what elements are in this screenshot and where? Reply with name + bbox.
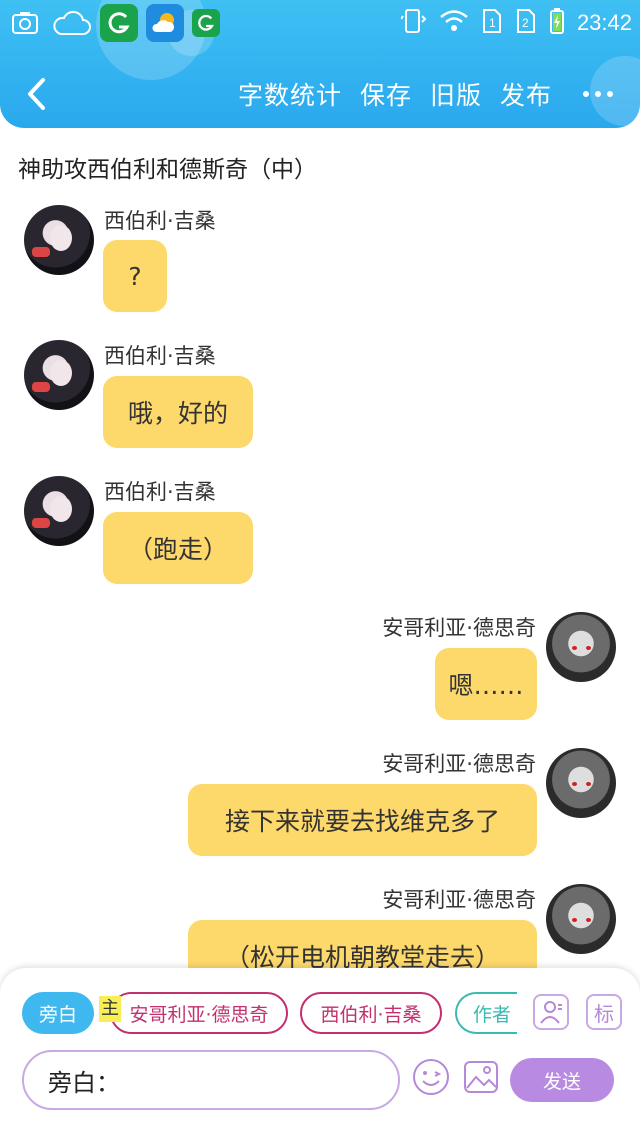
person-icon [540, 1001, 562, 1024]
cloud-icon [50, 8, 92, 38]
speaker-name: 西伯利·吉桑 [104, 344, 216, 368]
top-bar: 1 2 23:42 字数统计 保存 旧版 发布 [0, 0, 640, 128]
speaker-name: 安哥利亚·德思奇 [382, 752, 536, 776]
message-input[interactable]: 旁白： [22, 1050, 400, 1110]
avatar[interactable] [24, 340, 94, 410]
nav-bar: 字数统计 保存 旧版 发布 [0, 62, 640, 126]
chevron-left-icon [28, 78, 45, 110]
old-version-button[interactable]: 旧版 [430, 76, 482, 112]
weather-icon [146, 4, 184, 42]
role-chip-siberi[interactable]: 西伯利·吉桑 [300, 992, 442, 1034]
avatar[interactable] [546, 884, 616, 954]
sim2-icon: 2 [515, 7, 537, 39]
role-selector: 旁白 安哥利亚·德思奇 主 西伯利·吉桑 作者 标 [0, 992, 640, 1038]
avatar[interactable] [24, 476, 94, 546]
sim1-icon: 1 [481, 7, 503, 39]
role-chip-angelia[interactable]: 安哥利亚·德思奇 [110, 992, 288, 1034]
role-manage-button[interactable] [533, 994, 569, 1030]
app-green-icon [100, 4, 138, 42]
message-bubble[interactable]: （跑走） [103, 512, 253, 584]
message-bubble[interactable]: 接下来就要去找维克多了 [188, 784, 537, 856]
avatar[interactable] [24, 205, 94, 275]
story-title: 神助攻西伯利和德斯奇（中） [18, 157, 317, 183]
svg-text:1: 1 [489, 16, 496, 30]
save-button[interactable]: 保存 [360, 76, 412, 112]
speaker-name: 安哥利亚·德思奇 [382, 888, 536, 912]
image-icon [464, 1061, 498, 1093]
svg-text:2: 2 [522, 16, 529, 30]
image-button[interactable] [462, 1058, 500, 1096]
phone-vibrate-icon [400, 7, 427, 39]
composer-panel: 旁白 安哥利亚·德思奇 主 西伯利·吉桑 作者 标 旁白： 发送 [0, 968, 640, 1138]
role-chip-author[interactable]: 作者 [455, 992, 517, 1034]
publish-button[interactable]: 发布 [500, 76, 552, 112]
message-bubble[interactable]: 哦，好的 [103, 376, 253, 448]
app-green-small-icon [192, 9, 220, 37]
speaker-name: 西伯利·吉桑 [104, 209, 216, 233]
mark-button[interactable]: 标 [586, 994, 622, 1030]
message-bubble[interactable]: ? [103, 240, 167, 312]
back-button[interactable] [18, 74, 54, 114]
emoji-button[interactable] [412, 1058, 450, 1096]
message-bubble[interactable]: 嗯…… [435, 648, 537, 720]
speaker-name: 安哥利亚·德思奇 [382, 616, 536, 640]
send-button[interactable]: 发送 [510, 1058, 614, 1102]
battery-charging-icon [549, 7, 565, 39]
screenshot-icon [8, 8, 42, 38]
more-menu-button[interactable] [578, 76, 618, 112]
word-count-button[interactable]: 字数统计 [238, 76, 342, 112]
speaker-name: 西伯利·吉桑 [104, 480, 216, 504]
input-row: 旁白： 发送 [0, 1050, 640, 1110]
more-dots-icon [583, 91, 589, 97]
status-bar: 1 2 23:42 [0, 0, 640, 46]
wifi-icon [439, 9, 469, 37]
avatar[interactable] [546, 612, 616, 682]
clock: 23:42 [576, 10, 632, 35]
main-role-badge: 主 [99, 996, 121, 1022]
avatar[interactable] [546, 748, 616, 818]
emoji-icon [413, 1059, 449, 1095]
role-chip-narration[interactable]: 旁白 [22, 992, 94, 1034]
